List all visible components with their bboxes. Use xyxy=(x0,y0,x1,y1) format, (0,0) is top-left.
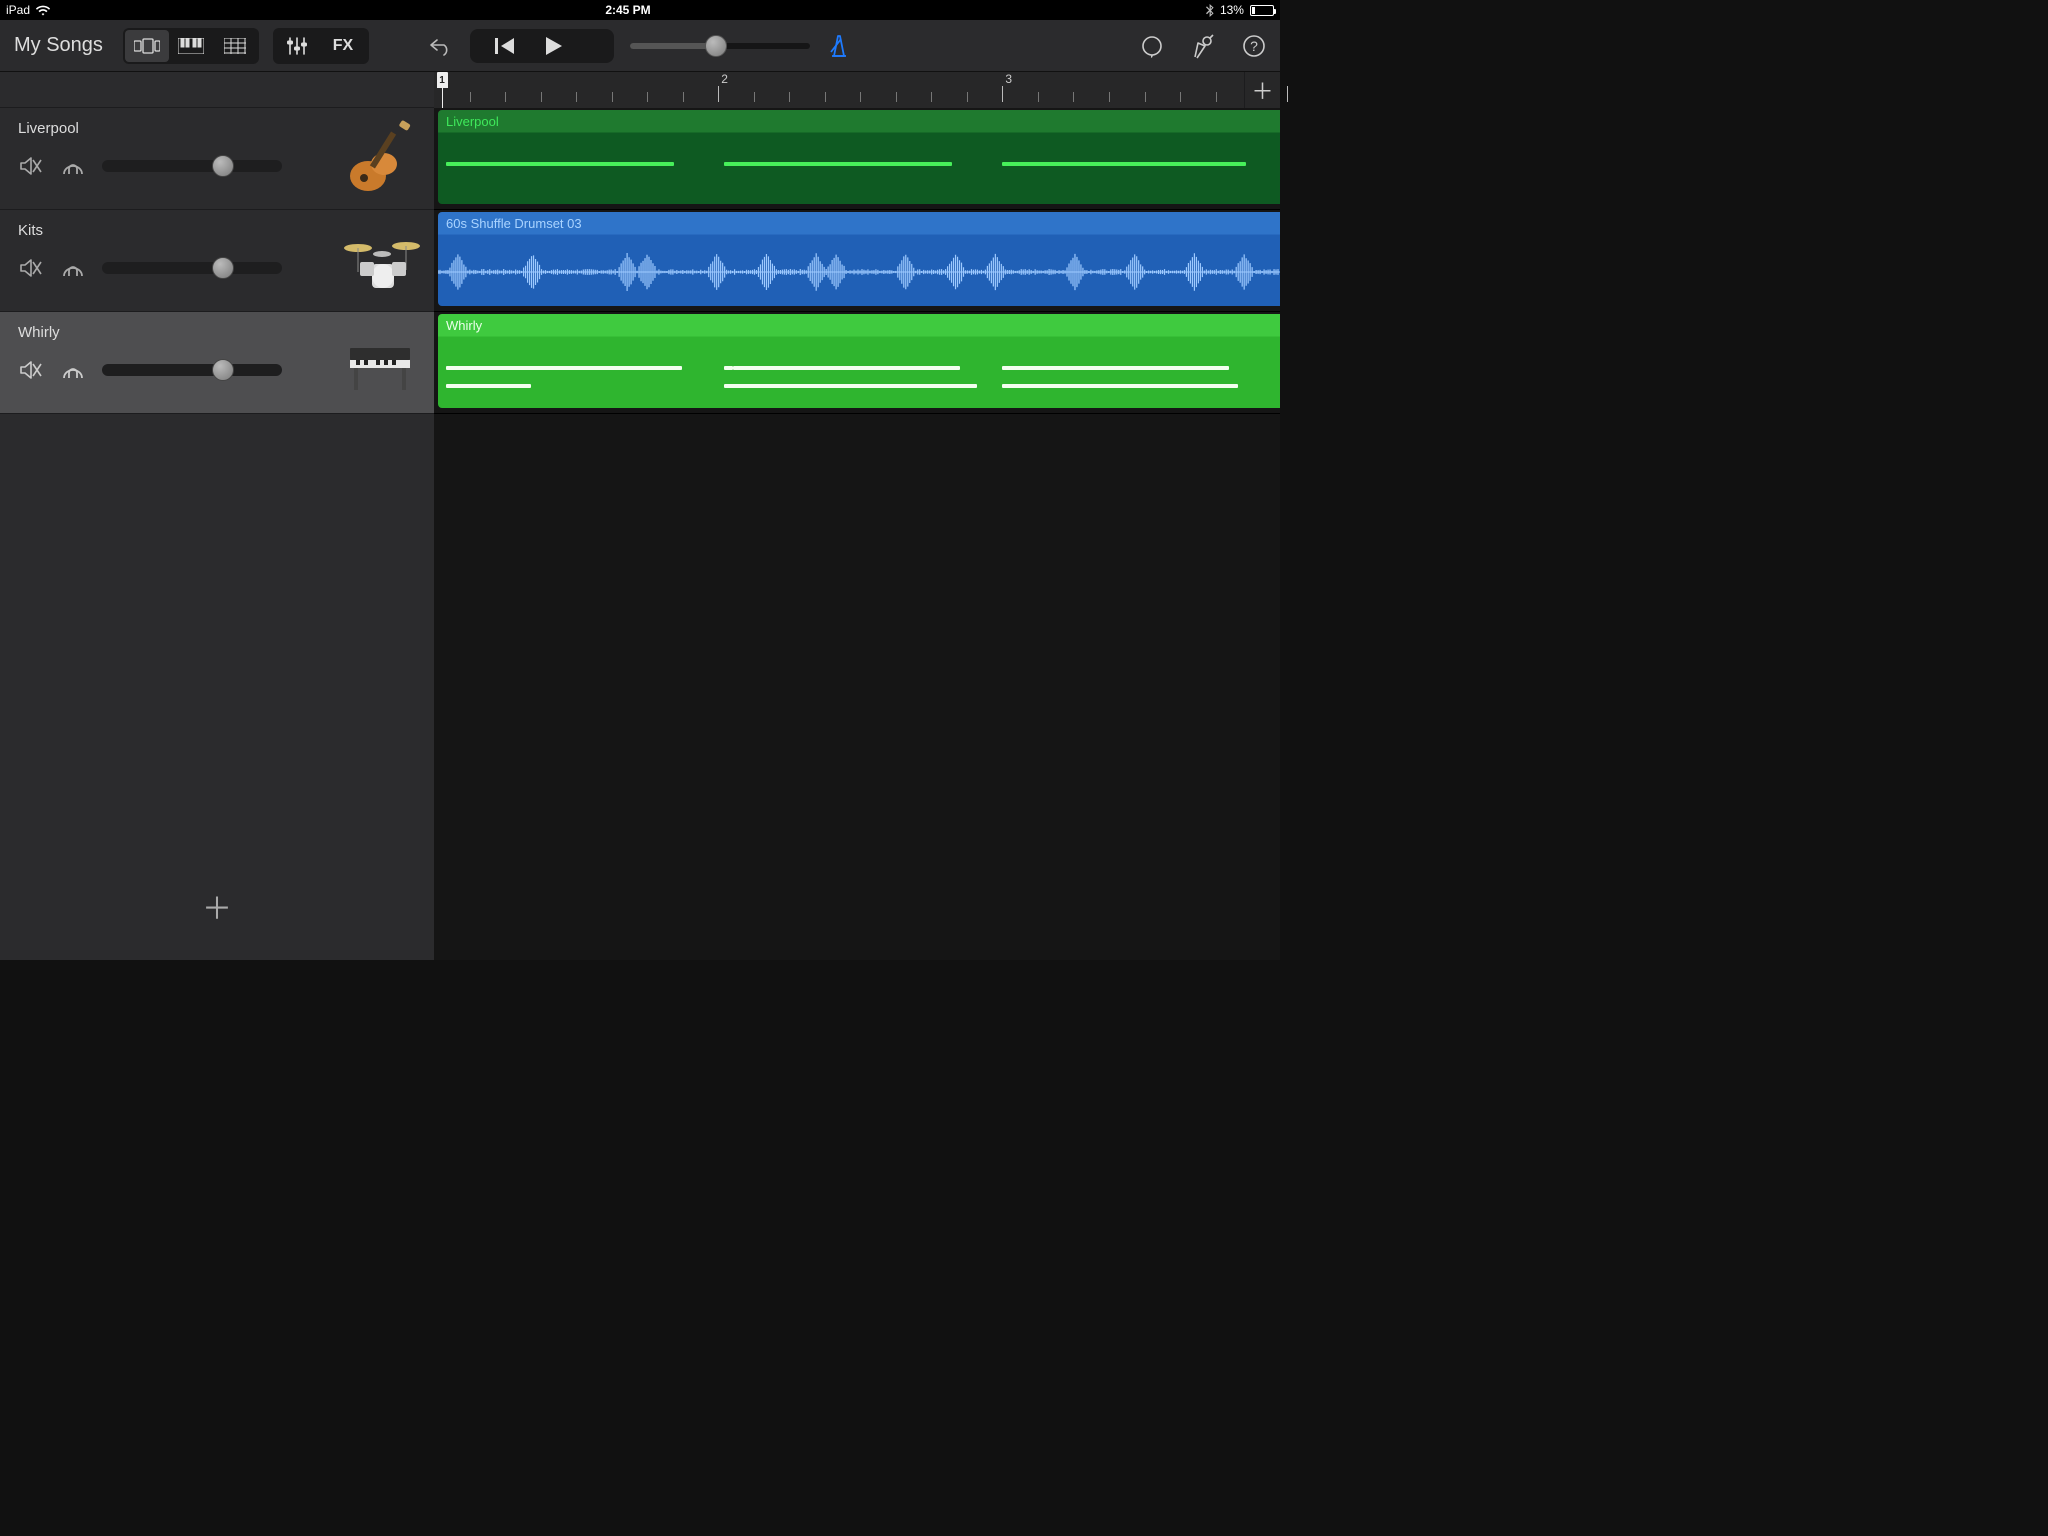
clock: 2:45 PM xyxy=(605,3,650,17)
tracks-view-button[interactable] xyxy=(125,30,169,62)
solo-button[interactable] xyxy=(60,357,86,383)
master-volume[interactable] xyxy=(630,43,810,49)
waveform xyxy=(438,250,1280,294)
wifi-icon xyxy=(36,5,50,16)
track-volume[interactable] xyxy=(102,262,282,274)
track-header[interactable]: Whirly xyxy=(0,312,434,414)
mute-button[interactable] xyxy=(18,153,44,179)
battery-icon xyxy=(1250,5,1274,16)
back-to-songs[interactable]: My Songs xyxy=(14,34,103,57)
audio-region[interactable]: 60s Shuffle Drumset 03 xyxy=(438,212,1280,306)
solo-button[interactable] xyxy=(60,153,86,179)
track-header[interactable]: Kits xyxy=(0,210,434,312)
mute-button[interactable] xyxy=(18,255,44,281)
mute-button[interactable] xyxy=(18,357,44,383)
solo-button[interactable] xyxy=(60,255,86,281)
playhead[interactable]: 1 xyxy=(436,72,448,108)
track-lane[interactable]: Liverpool xyxy=(434,108,1280,210)
electric-piano-icon xyxy=(340,324,424,402)
track-lane[interactable]: 60s Shuffle Drumset 03 xyxy=(434,210,1280,312)
grid-view-button[interactable] xyxy=(213,30,257,62)
transport xyxy=(428,29,852,63)
fx-button[interactable]: FX xyxy=(319,30,367,62)
controls-switcher: FX xyxy=(273,28,369,64)
bluetooth-icon xyxy=(1206,4,1214,17)
drum-kit-icon xyxy=(340,222,424,300)
track-lane[interactable]: Whirly xyxy=(434,312,1280,414)
device-label: iPad xyxy=(6,3,30,17)
workspace: Liverpool Kits xyxy=(0,72,1280,960)
track-volume[interactable] xyxy=(102,364,282,376)
metronome-button[interactable] xyxy=(826,33,852,59)
mixer-button[interactable] xyxy=(275,30,319,62)
keyboard-view-button[interactable] xyxy=(169,30,213,62)
svg-text:?: ? xyxy=(1250,38,1258,54)
bass-guitar-icon xyxy=(340,120,424,198)
settings-button[interactable] xyxy=(1190,33,1216,59)
battery-pct: 13% xyxy=(1220,3,1244,17)
midi-region[interactable]: Liverpool xyxy=(438,110,1280,204)
toolbar: My Songs FX xyxy=(0,20,1280,72)
midi-region[interactable]: Whirly xyxy=(438,314,1280,408)
track-sidebar: Liverpool Kits xyxy=(0,72,434,960)
track-header[interactable]: Liverpool xyxy=(0,108,434,210)
track-volume[interactable] xyxy=(102,160,282,172)
statusbar: iPad 2:45 PM 13% xyxy=(0,0,1280,20)
view-switcher xyxy=(123,28,259,64)
add-track-button[interactable]: ＋ xyxy=(202,884,232,928)
add-section-button[interactable]: ＋ xyxy=(1244,72,1280,108)
play-button[interactable] xyxy=(542,35,564,57)
help-button[interactable]: ? xyxy=(1242,34,1266,58)
ruler[interactable]: 1 ＋ 23 xyxy=(434,72,1280,108)
timeline[interactable]: 1 ＋ 23 Liverpool 60s Shuffle Drumset 03 … xyxy=(434,72,1280,960)
loop-button[interactable] xyxy=(1140,34,1164,58)
go-to-start-button[interactable] xyxy=(494,36,516,56)
undo-button[interactable] xyxy=(428,30,454,62)
region-label: Liverpool xyxy=(438,110,1280,133)
region-label: Whirly xyxy=(438,314,1280,337)
region-label: 60s Shuffle Drumset 03 xyxy=(438,212,1280,235)
